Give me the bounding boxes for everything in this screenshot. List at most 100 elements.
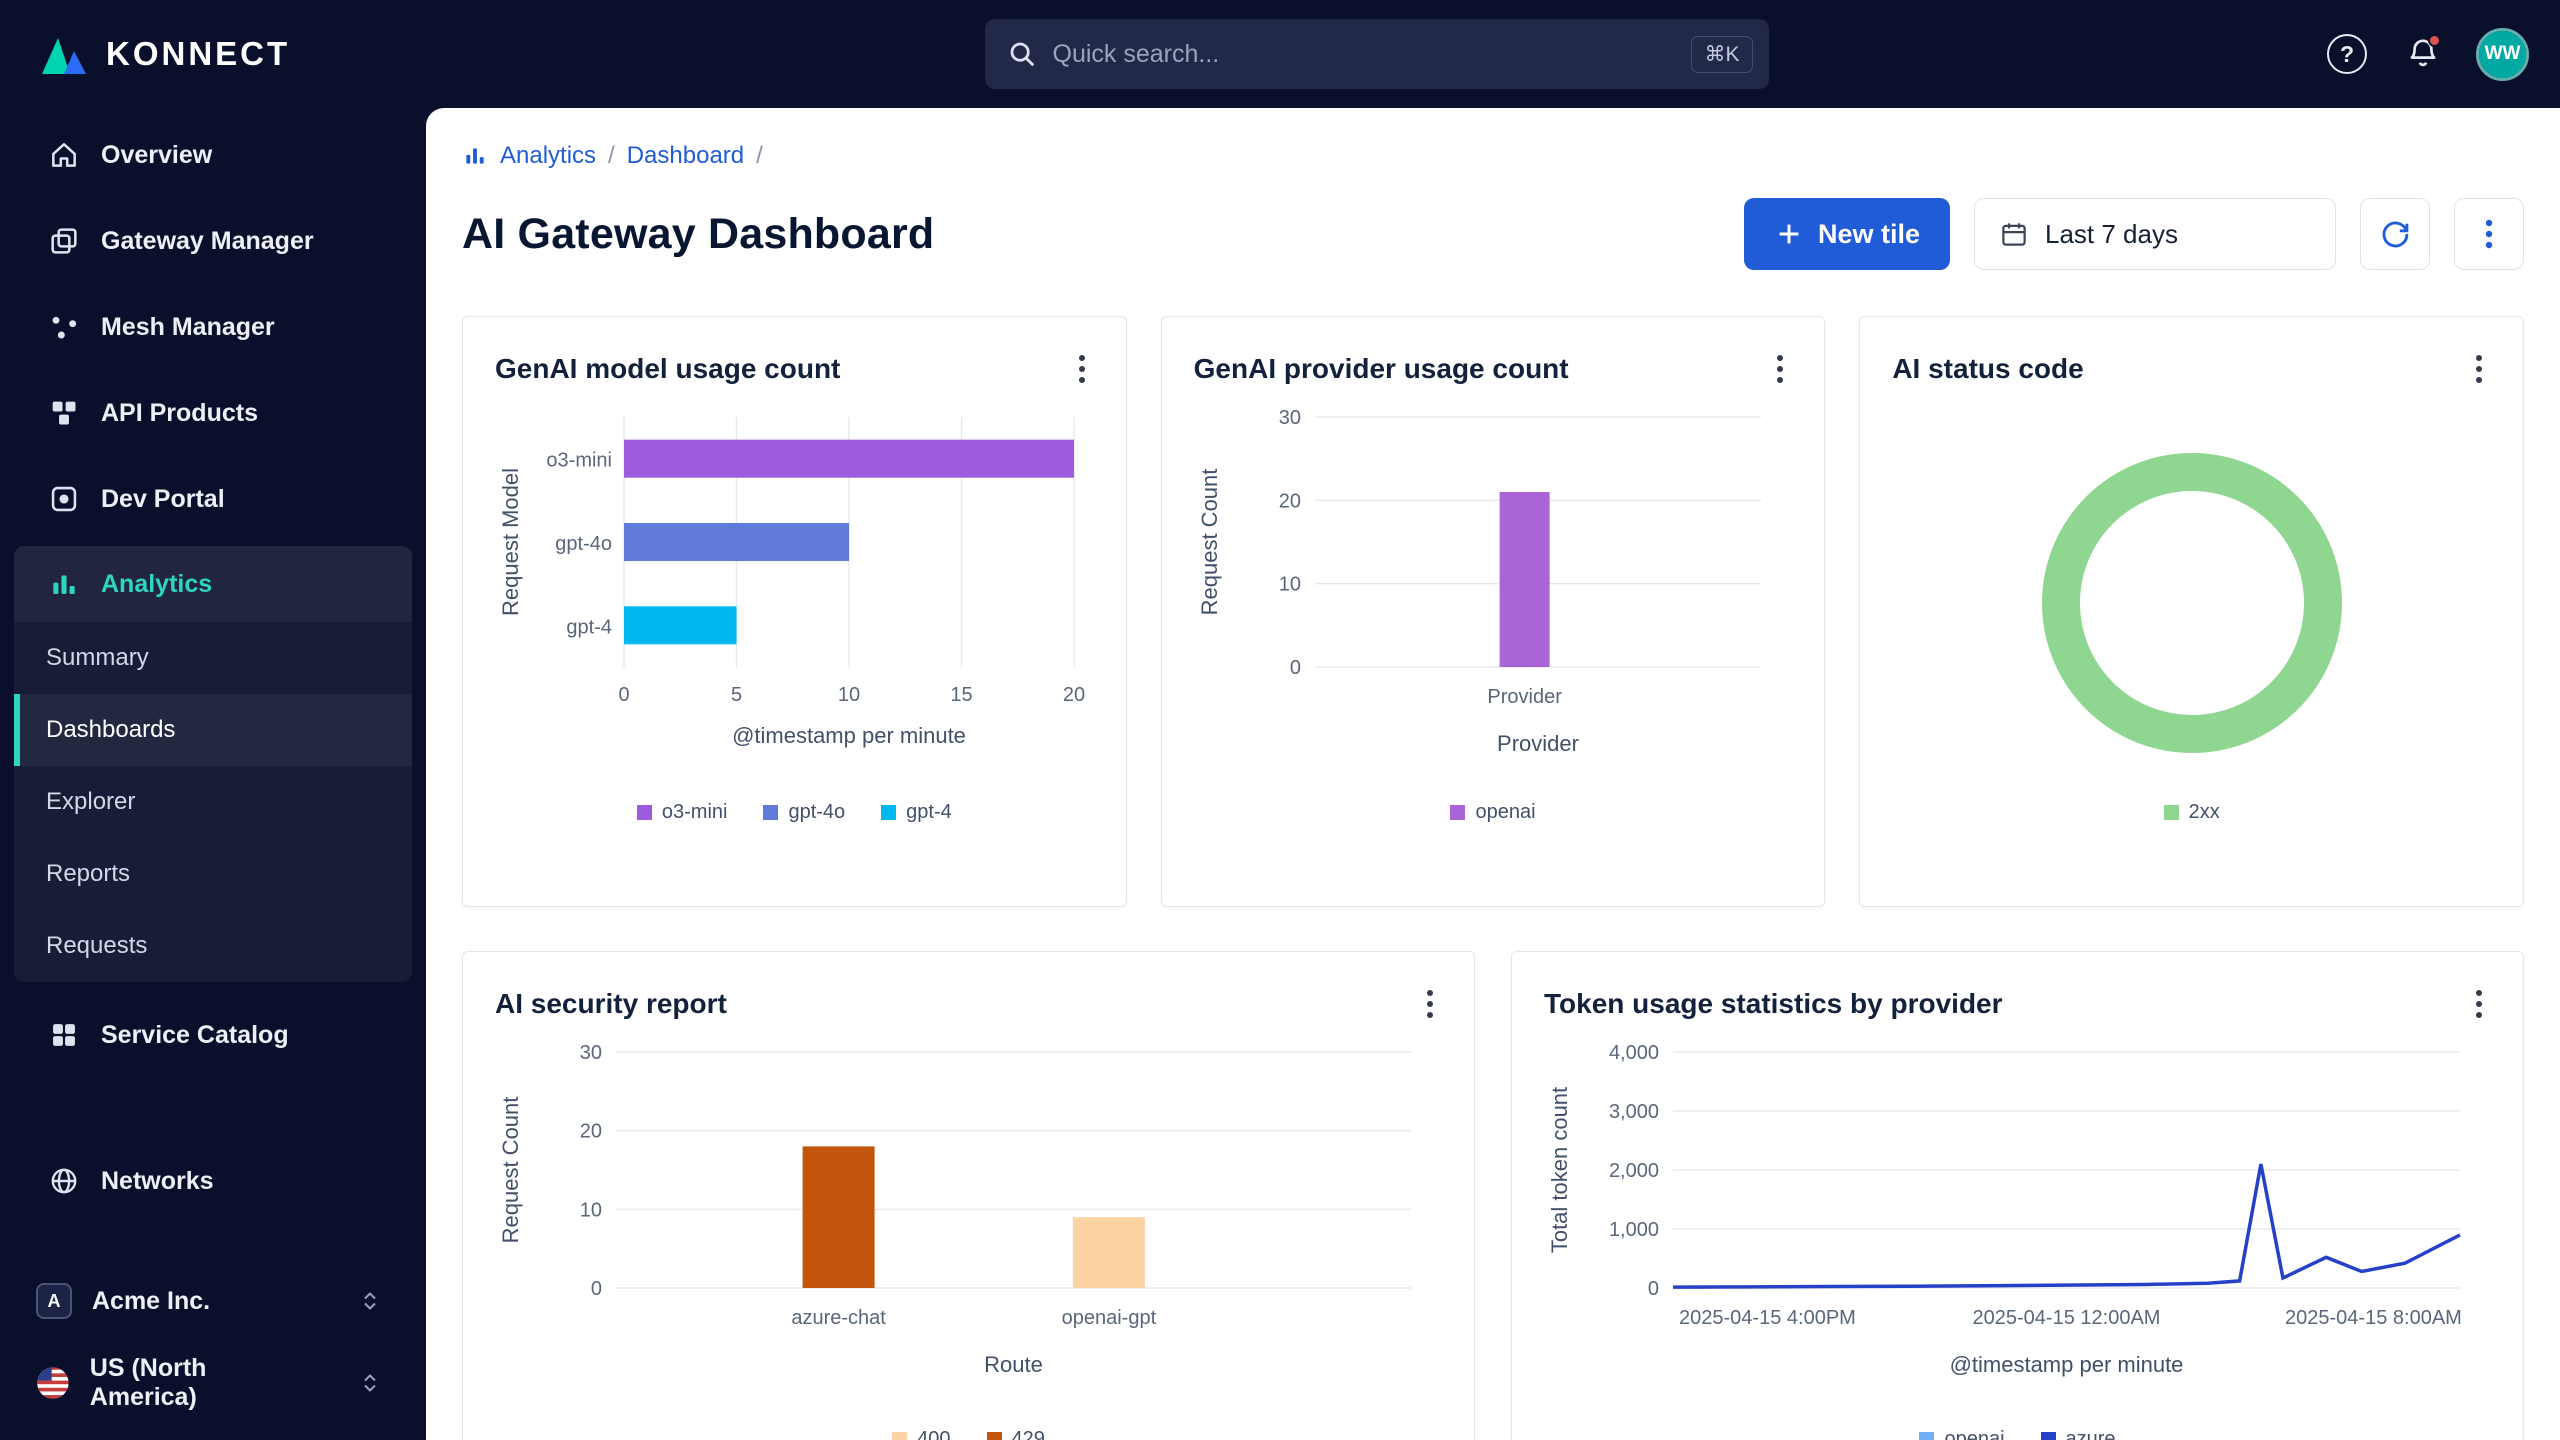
svg-text:Provider: Provider <box>1487 686 1562 708</box>
subitem-label: Reports <box>46 860 131 887</box>
tile-kebab-icon[interactable] <box>2467 349 2491 389</box>
svg-text:10: 10 <box>1279 574 1301 596</box>
svg-text:4,000: 4,000 <box>1609 1042 1659 1064</box>
legend-item: 400 <box>892 1428 951 1440</box>
sidebar-item-label: Networks <box>101 1166 214 1195</box>
region-switcher[interactable]: US (North America) <box>0 1342 426 1424</box>
svg-text:2025-04-15 8:00AM: 2025-04-15 8:00AM <box>2285 1307 2462 1329</box>
svg-text:0: 0 <box>1648 1278 1659 1300</box>
chart-bar <box>624 523 850 561</box>
sidebar-subitem-explorer[interactable]: Explorer <box>14 766 412 838</box>
page-header: AI Gateway Dashboard New tile Last 7 day… <box>462 198 2524 270</box>
tile-kebab-icon[interactable] <box>1768 349 1792 389</box>
legend-item: openai <box>1919 1428 2005 1440</box>
tile-title: Token usage statistics by provider <box>1544 988 2003 1019</box>
svg-text:gpt-4: gpt-4 <box>567 616 613 638</box>
sidebar-item-overview[interactable]: Overview <box>0 112 426 198</box>
chart-bar <box>624 439 1075 478</box>
svg-text:Route: Route <box>984 1352 1043 1377</box>
new-tile-label: New tile <box>1817 218 1920 249</box>
sidebar-item-label: Gateway Manager <box>101 226 314 255</box>
svg-text:Request Model: Request Model <box>498 468 523 616</box>
svg-text:20: 20 <box>1063 684 1085 706</box>
tile-title: AI status code <box>1892 353 2084 384</box>
svg-text:20: 20 <box>580 1121 602 1143</box>
date-range-label: Last 7 days <box>2045 218 2178 249</box>
legend-swatch <box>986 1432 1002 1440</box>
page-kebab-button[interactable] <box>2454 198 2524 270</box>
sidebar-bottom: A Acme Inc. US (North America) <box>0 1260 426 1440</box>
svg-text:Provider: Provider <box>1497 731 1579 756</box>
svg-text:@timestamp per minute: @timestamp per minute <box>732 723 966 748</box>
svg-text:0: 0 <box>619 684 630 706</box>
chevron-updown-icon <box>358 1371 382 1395</box>
sidebar-item-mesh-manager[interactable]: Mesh Manager <box>0 284 426 370</box>
sidebar: Overview Gateway Manager Mesh Manager AP… <box>0 108 426 1440</box>
legend-swatch <box>892 1432 908 1440</box>
sidebar-item-label: API Products <box>101 398 258 427</box>
chart-legend: openai azure <box>1544 1428 2491 1440</box>
subitem-label: Explorer <box>46 788 136 815</box>
sidebar-subitem-summary[interactable]: Summary <box>14 622 412 694</box>
konnect-logo-icon <box>42 38 86 74</box>
topbar: KONNECT ⌘K ? WW <box>0 0 2560 108</box>
legend-swatch <box>636 805 652 820</box>
sidebar-item-dev-portal[interactable]: Dev Portal <box>0 456 426 542</box>
breadcrumb-dashboard[interactable]: Dashboard <box>627 142 744 170</box>
chart-bar <box>802 1146 875 1288</box>
tile-kebab-icon[interactable] <box>1070 349 1094 389</box>
notification-dot <box>2428 34 2441 47</box>
chevron-updown-icon <box>358 1289 382 1313</box>
sidebar-item-gateway-manager[interactable]: Gateway Manager <box>0 198 426 284</box>
legend-item: o3-mini <box>636 801 727 824</box>
sidebar-subitem-reports[interactable]: Reports <box>14 838 412 910</box>
svg-text:2,000: 2,000 <box>1609 1160 1659 1182</box>
svg-text:Request Count: Request Count <box>1197 469 1222 616</box>
topbar-actions: ? WW <box>2327 27 2560 81</box>
legend-swatch <box>1450 805 1466 820</box>
tile-ai-status-code: AI status code 2xx <box>1859 316 2524 907</box>
grid-icon <box>53 1024 75 1046</box>
breadcrumb: Analytics / Dashboard / <box>462 142 2524 170</box>
sidebar-item-analytics[interactable]: Analytics <box>14 546 412 622</box>
sidebar-item-networks[interactable]: Networks <box>0 1138 426 1224</box>
globe-icon <box>51 1168 77 1194</box>
refresh-button[interactable] <box>2360 198 2430 270</box>
legend-item: openai <box>1450 801 1536 824</box>
sidebar-item-service-catalog[interactable]: Service Catalog <box>0 992 426 1078</box>
svg-text:1,000: 1,000 <box>1609 1219 1659 1241</box>
sidebar-subitem-requests[interactable]: Requests <box>14 910 412 982</box>
svg-text:o3-mini: o3-mini <box>547 450 613 472</box>
breadcrumb-analytics[interactable]: Analytics <box>500 142 596 170</box>
legend-swatch <box>1919 1432 1935 1440</box>
home-icon <box>52 143 76 167</box>
sidebar-item-label: Dev Portal <box>101 484 225 513</box>
bar_horizontal-svg: 0 5 10 15 20 o3-mini gpt-4o gpt-4 @timestamp per… <box>498 417 1085 748</box>
tile-kebab-icon[interactable] <box>2467 984 2491 1024</box>
notifications-bell-icon[interactable] <box>2405 34 2441 72</box>
quick-search-box[interactable]: ⌘K <box>984 19 1769 89</box>
chart-legend: 400 429 <box>495 1428 1442 1440</box>
bar-chart-icon <box>53 575 75 594</box>
date-range-button[interactable]: Last 7 days <box>1974 198 2336 270</box>
breadcrumb-separator: / <box>608 142 615 169</box>
sidebar-subitem-dashboards[interactable]: Dashboards <box>14 694 412 766</box>
subitem-label: Requests <box>46 932 148 959</box>
tile-token-usage: Token usage statistics by provider 0 1,00… <box>1511 951 2524 1440</box>
search-input[interactable] <box>1052 39 1676 69</box>
user-avatar[interactable]: WW <box>2476 27 2529 81</box>
org-switcher[interactable]: A Acme Inc. <box>0 1260 426 1342</box>
svg-text:10: 10 <box>580 1199 602 1221</box>
new-tile-button[interactable]: New tile <box>1743 198 1950 270</box>
chart-bar <box>1072 1217 1145 1288</box>
legend-swatch <box>763 805 779 820</box>
help-icon[interactable]: ? <box>2327 34 2367 74</box>
layers-icon <box>51 228 77 254</box>
sidebar-item-label: Overview <box>101 140 213 169</box>
svg-text:2025-04-15 12:00AM: 2025-04-15 12:00AM <box>1973 1307 2161 1329</box>
ai-status-code-chart <box>1892 407 2491 791</box>
sidebar-item-api-products[interactable]: API Products <box>0 370 426 456</box>
svg-text:openai-gpt: openai-gpt <box>1062 1307 1157 1329</box>
logo[interactable]: KONNECT <box>0 32 426 76</box>
tile-kebab-icon[interactable] <box>1418 984 1442 1024</box>
